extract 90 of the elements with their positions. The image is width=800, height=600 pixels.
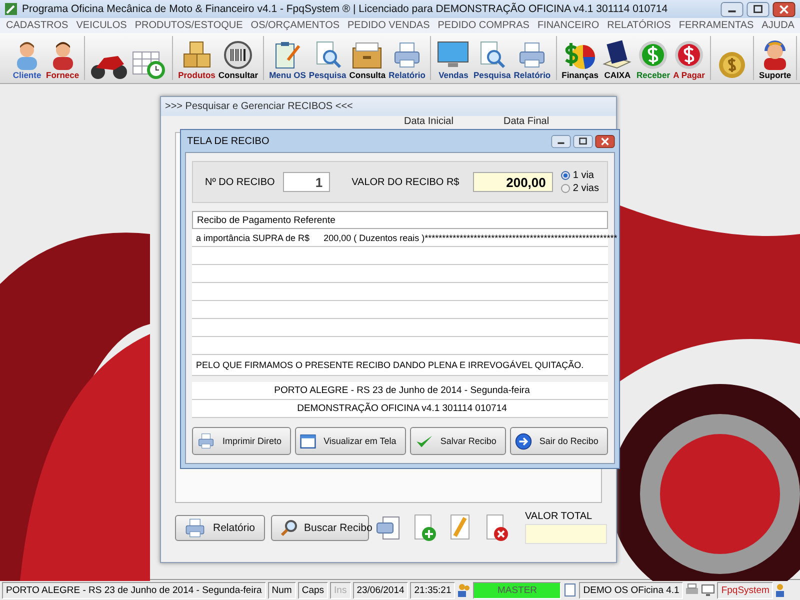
field-label: VALOR TOTAL	[525, 511, 594, 522]
toolbar-button-label[interactable]: Cliente	[12, 70, 42, 80]
status-date: 23/06/2014	[352, 582, 408, 598]
status-location: PORTO ALEGRE - RS 23 de Junho de 2014 - Segunda-feira	[2, 582, 266, 598]
users-icon	[457, 583, 472, 597]
menu-item[interactable]: FERRAMENTAS	[678, 20, 754, 31]
window-title: Programa Oficina Mecânica de Moto & Financeiro v4.1 - FpqSystem ® | Licenciado para DEMONSTRAÇÃO OFICINA v4.1 301114 010714	[22, 3, 669, 15]
maximize-icon[interactable]	[573, 134, 593, 148]
company-text: DEMONSTRAÇÃO OFICINA v4.1 301114 010714	[297, 403, 507, 414]
status-user: MASTER	[473, 582, 562, 598]
toolbar-button-label[interactable]: Finanças	[562, 70, 598, 80]
printer-icon	[685, 583, 700, 597]
barcode-icon	[223, 40, 254, 70]
monitor-icon	[436, 40, 470, 70]
maximize-icon[interactable]	[746, 2, 770, 16]
window-title: >>> Pesquisar e Gerenciar RECIBOS <<<	[161, 97, 616, 116]
dollar-coin-icon	[638, 40, 668, 70]
minimize-icon[interactable]	[720, 2, 744, 16]
close-icon[interactable]	[772, 2, 796, 16]
reference-field[interactable]: Recibo de Pagamento Referente	[192, 211, 608, 229]
status-ins: Ins	[330, 582, 351, 598]
status-time: 21:35:21	[410, 582, 456, 598]
printer-icon	[517, 40, 548, 70]
menu-item[interactable]: OS/ORÇAMENTOS	[250, 20, 340, 31]
field-label: Nº DO RECIBO	[205, 176, 275, 188]
toolbar-button-label[interactable]: Consultar	[218, 70, 258, 80]
field-label: VALOR DO RECIBO R$	[352, 176, 460, 188]
customer-icon	[14, 40, 40, 70]
menu-item[interactable]: VEICULOS	[76, 20, 127, 31]
toolbar-button-label[interactable]: Consulta	[349, 70, 386, 80]
monitor-icon	[701, 583, 716, 597]
toolbar-button-label[interactable]: Pesquisa	[473, 70, 511, 80]
printer-icon	[392, 40, 422, 70]
coin-icon	[717, 50, 748, 80]
amount-line-label: a importância SUPRA de R$	[196, 232, 310, 242]
drawer-icon	[351, 40, 384, 70]
toolbar-button-label[interactable]: Fornece	[46, 70, 80, 80]
toolbar-button-label[interactable]: Relatório	[514, 70, 551, 80]
status-system: DEMO OS OFicina 4.1	[579, 582, 684, 598]
preview-button[interactable]: Visualizar em Tela	[295, 427, 406, 455]
toolbar-button-label[interactable]: Produtos	[178, 70, 216, 80]
menu-item[interactable]: RELATÓRIOS	[607, 20, 671, 31]
document-icon	[563, 583, 578, 597]
print-button[interactable]: Imprimir Direto	[192, 427, 292, 455]
total-field[interactable]	[525, 524, 607, 544]
close-icon[interactable]	[595, 134, 615, 148]
toolbar-button-label[interactable]: Menu OS	[269, 70, 306, 80]
printer-icon	[197, 432, 215, 450]
book-icon	[601, 40, 634, 70]
printer-icon	[184, 516, 206, 538]
checkmark-icon	[414, 434, 433, 448]
toolbar-button-label[interactable]: Suporte	[759, 70, 792, 80]
menu-item[interactable]: PEDIDO COMPRAS	[438, 20, 530, 31]
radio-label[interactable]: 1 via	[572, 170, 594, 181]
amount-line-text: 200,00 ( Duzentos reais )*******************************************************	[324, 232, 618, 242]
menu-item[interactable]: FINANCEIRO	[537, 20, 600, 31]
field-label: Data Final	[503, 116, 550, 128]
field-label: Data Inicial	[404, 116, 454, 128]
toolbar-button-label[interactable]: Relatório	[388, 70, 426, 80]
arrow-circle-icon	[514, 432, 532, 450]
menu-item[interactable]: PEDIDO VENDAS	[348, 20, 430, 31]
status-brand: FpqSystem	[717, 582, 774, 598]
place-date-text: PORTO ALEGRE - RS 23 de Junho de 2014 - Segunda-feira	[274, 385, 530, 396]
exit-button[interactable]: Sair do Recibo	[510, 427, 608, 455]
radio-label[interactable]: 2 vias	[572, 183, 599, 194]
window-icon	[300, 434, 316, 448]
dialog-title: TELA DE RECIBO	[187, 136, 270, 146]
calendar-clock-icon	[131, 50, 168, 80]
amount-field[interactable]: 200,00	[473, 172, 553, 192]
toolbar-button-label[interactable]: CAIXA	[604, 70, 631, 80]
report-button[interactable]: Relatório	[175, 514, 265, 540]
toolbar-button-label[interactable]: Vendas	[438, 70, 468, 80]
save-button[interactable]: Salvar Recibo	[410, 427, 506, 455]
radio-button[interactable]	[560, 184, 570, 193]
boxes-icon	[182, 40, 212, 70]
minimize-icon[interactable]	[551, 134, 571, 148]
toolbar-button-label[interactable]: Receber	[636, 70, 670, 80]
toolbar-button-label[interactable]: A Pagar	[673, 70, 705, 80]
closing-statement: PELO QUE FIRMAMOS O PRESENTE RECIBO DANDO PLENA E IRREVOGÁVEL QUITAÇÃO.	[196, 360, 584, 370]
radio-button[interactable]	[560, 171, 570, 180]
status-num: Num	[268, 582, 296, 598]
search-icon	[280, 518, 298, 536]
dollar-chart-icon	[563, 40, 598, 70]
status-caps: Caps	[298, 582, 328, 598]
menu-item[interactable]: AJUDA	[762, 20, 794, 31]
menu-item[interactable]: PRODUTOS/ESTOQUE	[134, 20, 243, 31]
receipt-number-field[interactable]: 1	[282, 172, 330, 192]
dollar-coin-icon	[674, 40, 704, 70]
menu-item[interactable]: CADASTROS	[6, 20, 68, 31]
toolbar-button-label[interactable]: Pesquisa	[308, 70, 346, 80]
